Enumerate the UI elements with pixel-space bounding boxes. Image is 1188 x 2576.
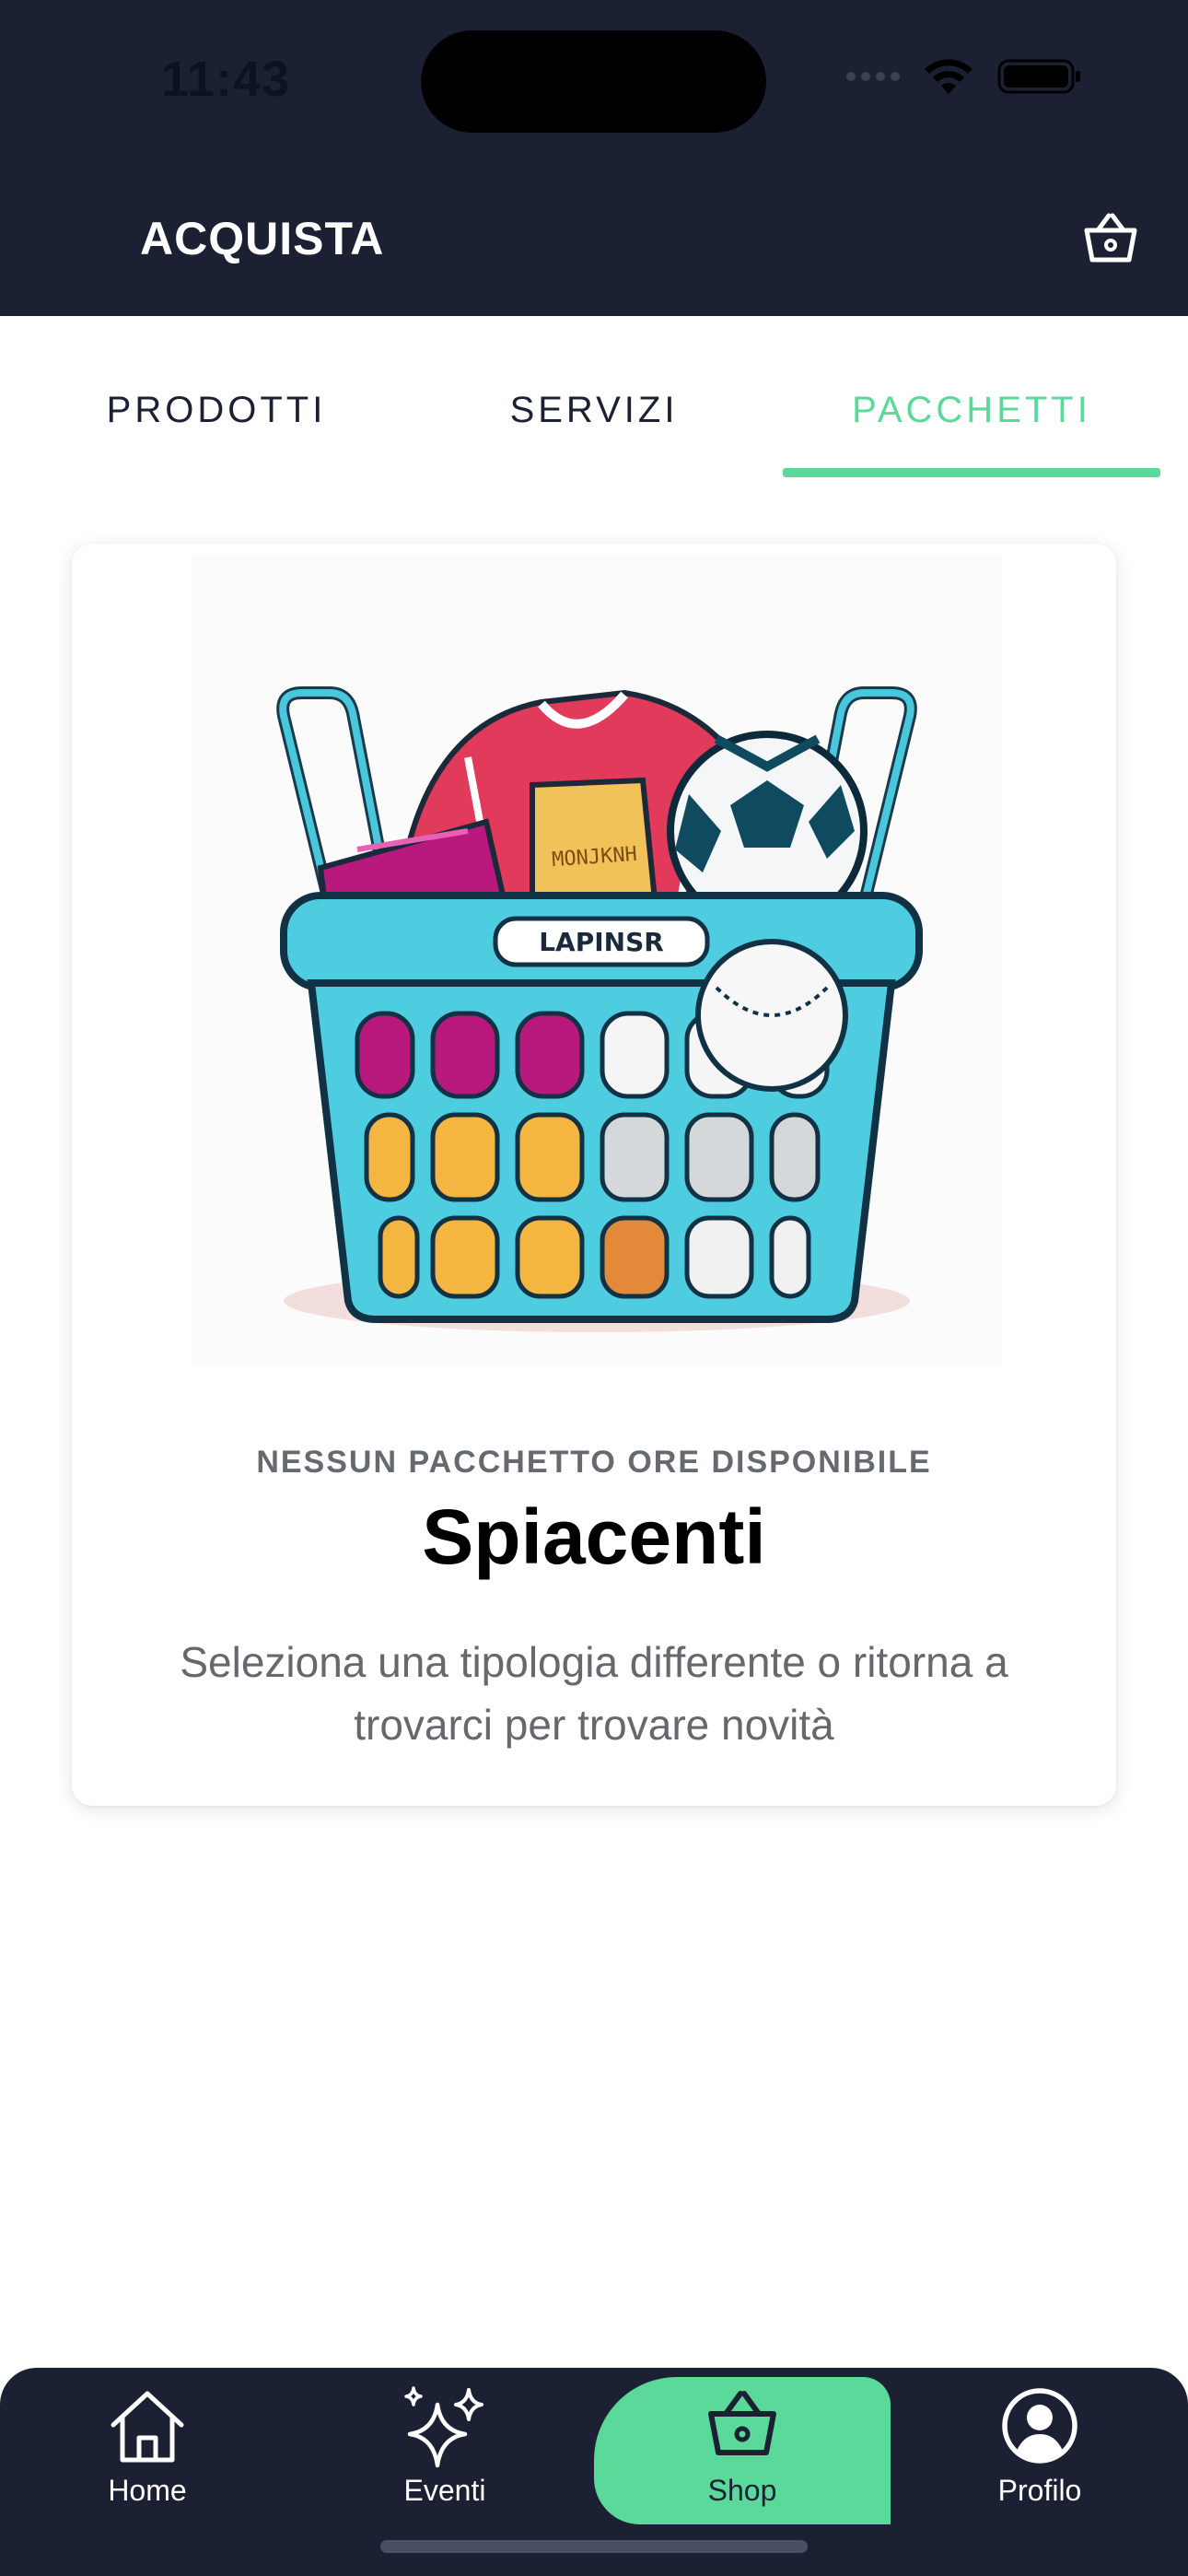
home-indicator[interactable] [380, 2540, 808, 2553]
nav-label-home: Home [108, 2474, 187, 2507]
nav-shop[interactable]: Shop [632, 2368, 853, 2515]
illustration-label-text: LAPINSR [539, 927, 664, 957]
nav-label-eventi: Eventi [403, 2474, 486, 2507]
dynamic-island [421, 30, 766, 133]
shopping-basket-illustration: MONJKNH LAPINSR [192, 555, 1002, 1365]
nav-home[interactable]: Home [37, 2368, 258, 2515]
nav-eventi[interactable]: Eventi [334, 2368, 555, 2515]
profile-icon [1002, 2388, 1077, 2464]
category-tabs: PRODOTTI SERVIZI PACCHETTI [0, 316, 1188, 482]
status-time: 11:43 [161, 52, 291, 107]
wifi-icon [925, 59, 973, 94]
app-header: 11:43 ACQUISTA [0, 0, 1188, 316]
nav-label-profilo: Profilo [997, 2474, 1082, 2507]
empty-state-description: Seleziona una tipologia differente o rit… [180, 1638, 1008, 1749]
sparkles-icon [404, 2386, 483, 2468]
empty-state-card: MONJKNH LAPINSR NESSUN PACCHETTO ORE DIS… [72, 544, 1116, 1806]
empty-state-title: Spiacenti [422, 1493, 766, 1580]
tab-pacchetti[interactable]: PACCHETTI [778, 390, 1165, 431]
battery-icon [997, 59, 1080, 94]
page-title: ACQUISTA [140, 213, 385, 264]
basket-icon [708, 2391, 776, 2455]
empty-state-eyebrow: NESSUN PACCHETTO ORE DISPONIBILE [256, 1445, 932, 1480]
nav-label-shop: Shop [707, 2474, 777, 2507]
tab-prodotti[interactable]: PRODOTTI [23, 390, 410, 431]
home-icon [111, 2391, 184, 2463]
active-tab-indicator [783, 468, 1160, 477]
nav-profilo[interactable]: Profilo [929, 2368, 1150, 2515]
status-icons [846, 57, 1082, 96]
basket-icon[interactable] [1079, 210, 1142, 265]
tab-servizi[interactable]: SERVIZI [401, 390, 787, 431]
cellular-signal-icon [846, 72, 900, 81]
